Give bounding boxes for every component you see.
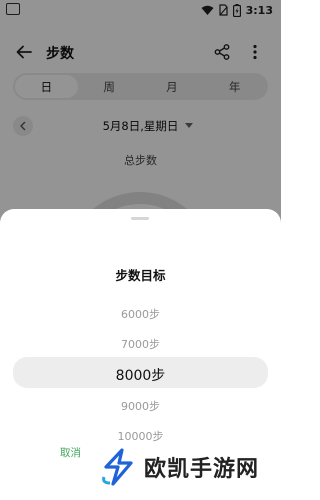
watermark-text: 欧凯手游网	[144, 457, 260, 482]
watermark: 欧凯手游网	[98, 442, 276, 492]
cancel-button[interactable]: 取消	[60, 445, 81, 460]
picker-option[interactable]: 7000步	[0, 336, 281, 352]
brand-logo-icon	[102, 448, 133, 486]
picker-option-selected[interactable]: 8000步	[0, 365, 281, 385]
picker-option[interactable]: 6000步	[0, 306, 281, 322]
sheet-title: 步数目标	[115, 268, 166, 283]
sheet-drag-handle[interactable]	[131, 217, 149, 220]
steps-screen: 3:13 步数 日 周 月 年 5月8日,星期日 总步数 步数目标 6000步 …	[0, 0, 281, 500]
picker-option[interactable]: 9000步	[0, 398, 281, 414]
